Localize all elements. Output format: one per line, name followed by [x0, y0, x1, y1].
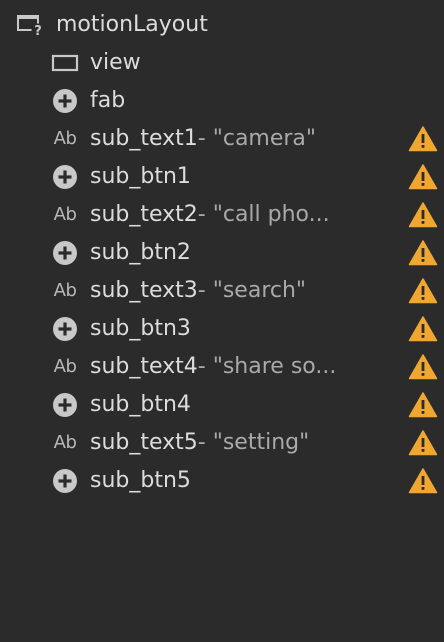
plus-circle-icon — [50, 88, 80, 114]
plus-circle-icon — [50, 316, 80, 342]
tree-item-label: sub_btn4 — [90, 392, 191, 418]
tree-item-sub-text3[interactable]: Ab sub_text3- "search" — [0, 272, 444, 310]
tree-item-sub-btn2[interactable]: sub_btn2 — [0, 234, 444, 272]
tree-item-label: sub_btn3 — [90, 316, 191, 342]
tree-item-label: sub_text5- "setting" — [90, 430, 309, 456]
tree-item-label: sub_btn5 — [90, 468, 191, 494]
tree-item-label: view — [90, 50, 141, 76]
layout-help-icon: ? — [16, 12, 46, 38]
component-id: sub_text2 — [90, 202, 198, 227]
component-id: sub_btn1 — [90, 164, 191, 189]
text-ab-icon: Ab — [53, 432, 77, 453]
component-id: sub_text4 — [90, 354, 198, 379]
tree-item-sub-text1[interactable]: Ab sub_text1- "camera" — [0, 120, 444, 158]
tree-item-sub-btn5[interactable]: sub_btn5 — [0, 462, 444, 500]
tree-root-label: motionLayout — [56, 12, 208, 37]
tree-item-sub-text4[interactable]: Ab sub_text4- "share so... — [0, 348, 444, 386]
tree-children: view fab Ab sub_text1- "camera" sub_btn1 Ab su… — [0, 44, 444, 500]
component-id: sub_text5 — [90, 430, 198, 455]
component-text-preview: - "search" — [197, 278, 307, 303]
text-ab-icon: Ab — [53, 356, 77, 377]
plus-circle-icon — [50, 240, 80, 266]
tree-item-sub-text5[interactable]: Ab sub_text5- "setting" — [0, 424, 444, 462]
component-id: sub_btn5 — [90, 468, 191, 493]
plus-circle-icon — [50, 164, 80, 190]
component-id: sub_btn2 — [90, 240, 191, 265]
tree-item-fab[interactable]: fab — [0, 82, 444, 120]
plus-circle-icon — [50, 468, 80, 494]
component-text-preview: - "call pho... — [197, 202, 330, 227]
warning-icon[interactable] — [408, 125, 438, 153]
plus-circle-icon — [50, 392, 80, 418]
component-text-preview: - "share so... — [197, 354, 337, 379]
component-id: sub_btn4 — [90, 392, 191, 417]
tree-item-sub-btn1[interactable]: sub_btn1 — [0, 158, 444, 196]
tree-item-sub-text2[interactable]: Ab sub_text2- "call pho... — [0, 196, 444, 234]
tree-item-label: sub_text3- "search" — [90, 278, 306, 304]
warning-icon[interactable] — [408, 429, 438, 457]
component-id: view — [90, 50, 141, 75]
text-ab-icon: Ab — [53, 280, 77, 301]
component-id: sub_text1 — [90, 126, 198, 151]
text-ab-icon: Ab — [53, 128, 77, 149]
component-text-preview: - "setting" — [197, 430, 310, 455]
warning-icon[interactable] — [408, 239, 438, 267]
component-tree: ? motionLayout view fab Ab sub_text1- "came… — [0, 6, 444, 500]
tree-item-label: sub_btn1 — [90, 164, 191, 190]
tree-item-label: sub_text2- "call pho... — [90, 202, 330, 228]
component-id: sub_text3 — [90, 278, 198, 303]
svg-text:?: ? — [34, 24, 42, 38]
tree-item-label: sub_text1- "camera" — [90, 126, 316, 152]
warning-icon[interactable] — [408, 315, 438, 343]
tree-item-label: fab — [90, 88, 125, 114]
component-id: fab — [90, 88, 126, 113]
warning-icon[interactable] — [408, 467, 438, 495]
tree-item-view[interactable]: view — [0, 44, 444, 82]
warning-icon[interactable] — [408, 277, 438, 305]
tree-root-motionlayout[interactable]: ? motionLayout — [0, 6, 444, 44]
tree-item-label: sub_text4- "share so... — [90, 354, 336, 380]
component-text-preview: - "camera" — [197, 126, 317, 151]
view-rect-icon — [50, 50, 80, 76]
text-ab-icon: Ab — [53, 204, 77, 225]
warning-icon[interactable] — [408, 163, 438, 191]
tree-item-sub-btn4[interactable]: sub_btn4 — [0, 386, 444, 424]
warning-icon[interactable] — [408, 391, 438, 419]
component-id: sub_btn3 — [90, 316, 191, 341]
warning-icon[interactable] — [408, 201, 438, 229]
tree-item-label: sub_btn2 — [90, 240, 191, 266]
tree-item-sub-btn3[interactable]: sub_btn3 — [0, 310, 444, 348]
warning-icon[interactable] — [408, 353, 438, 381]
